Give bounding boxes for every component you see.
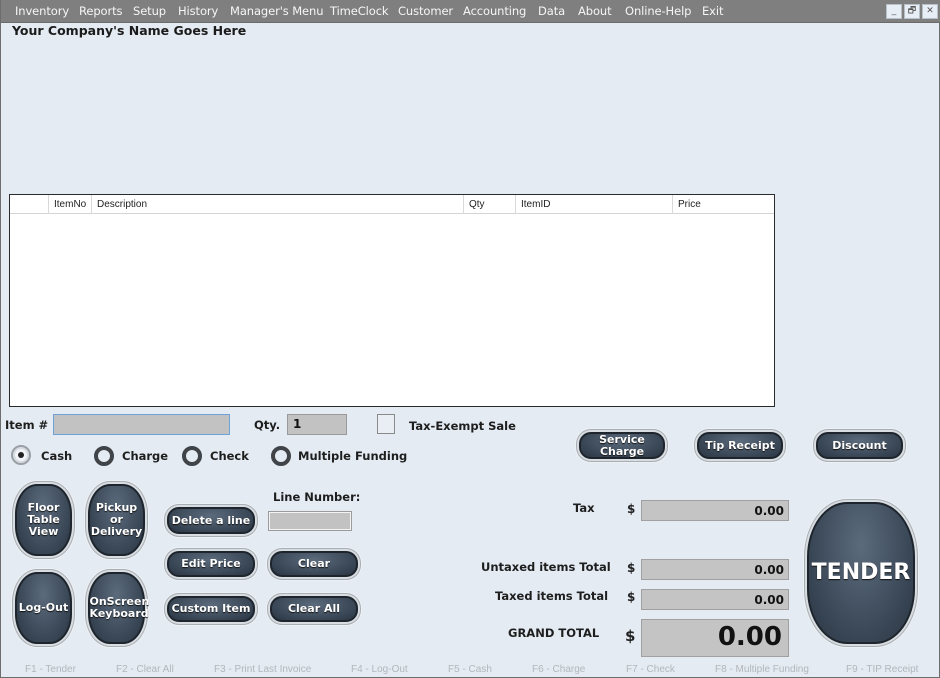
grand-total-label: GRAND TOTAL — [508, 626, 600, 640]
custom-item-button[interactable]: Custom Item — [167, 596, 255, 622]
menu-bar: Inventory Reports Setup History Manager'… — [1, 0, 940, 23]
discount-button[interactable]: Discount — [816, 432, 903, 459]
radio-charge-label[interactable]: Charge — [122, 449, 168, 463]
delete-line-button[interactable]: Delete a line — [167, 507, 255, 534]
tax-amount: 0.00 — [641, 500, 789, 521]
fkey-hint-f2: F2 - Clear All — [116, 664, 174, 675]
floor-table-view-button[interactable]: Floor Table View — [15, 484, 72, 556]
menu-setup[interactable]: Setup — [133, 4, 166, 18]
grid-header: ItemNo Description Qty ItemID Price — [10, 195, 774, 214]
onscreen-keyboard-button[interactable]: OnScreen Keyboard — [88, 572, 150, 644]
untaxed-currency: $ — [627, 561, 636, 575]
delete-line-label: Delete a line — [171, 513, 251, 527]
restore-icon: 🗗 — [907, 6, 917, 16]
fkey-hint-f7: F7 - Check — [626, 664, 675, 675]
items-grid[interactable]: ItemNo Description Qty ItemID Price — [9, 194, 775, 407]
radio-multiple-funding-label[interactable]: Multiple Funding — [298, 449, 407, 463]
radio-check-label[interactable]: Check — [210, 449, 249, 463]
radio-cash[interactable] — [11, 445, 31, 465]
radio-cash-label[interactable]: Cash — [41, 449, 72, 463]
pickup-delivery-label: Pickup or Delivery — [90, 501, 143, 538]
line-number-label: Line Number: — [273, 490, 361, 504]
service-charge-label: Service Charge — [599, 432, 645, 458]
onscreen-keyboard-label: OnScreen Keyboard — [89, 595, 150, 620]
item-number-label: Item # — [5, 418, 49, 432]
menu-inventory[interactable]: Inventory — [15, 4, 69, 18]
radio-multiple-funding[interactable] — [271, 446, 291, 466]
edit-price-label: Edit Price — [181, 557, 241, 570]
edit-price-button[interactable]: Edit Price — [167, 551, 255, 577]
column-qty[interactable]: Qty — [464, 195, 516, 214]
untaxed-total-label: Untaxed items Total — [481, 560, 611, 574]
menu-history[interactable]: History — [178, 4, 218, 18]
clear-all-label: Clear All — [287, 602, 341, 615]
line-number-input[interactable] — [268, 511, 352, 531]
radio-check[interactable] — [182, 446, 202, 466]
menu-managers-menu[interactable]: Manager's Menu — [230, 4, 324, 18]
minimize-button[interactable]: _ — [886, 4, 902, 19]
taxed-total-label: Taxed items Total — [495, 589, 609, 603]
tax-label: Tax — [573, 501, 595, 515]
tax-currency: $ — [627, 502, 636, 516]
custom-item-label: Custom Item — [171, 602, 251, 615]
column-itemno[interactable]: ItemNo — [49, 195, 92, 214]
minimize-icon: _ — [891, 6, 897, 16]
restore-button[interactable]: 🗗 — [904, 4, 920, 19]
menu-data[interactable]: Data — [538, 4, 565, 18]
fkey-hint-f6: F6 - Charge — [532, 664, 586, 675]
fkey-hint-f9: F9 - TIP Receipt — [846, 664, 919, 675]
grand-total-amount: 0.00 — [641, 619, 789, 657]
column-selector — [10, 195, 49, 214]
qty-label: Qty. — [254, 418, 281, 432]
taxed-total-amount: 0.00 — [641, 589, 789, 610]
clear-all-button[interactable]: Clear All — [270, 596, 358, 622]
untaxed-total-amount: 0.00 — [641, 559, 789, 580]
menu-reports[interactable]: Reports — [79, 4, 123, 18]
fkey-hint-f3: F3 - Print Last Invoice — [214, 664, 312, 675]
column-itemid[interactable]: ItemID — [516, 195, 673, 214]
log-out-button[interactable]: Log-Out — [15, 572, 72, 644]
tender-label: TENDER — [811, 560, 911, 585]
qty-input[interactable]: 1 — [287, 414, 347, 435]
tip-receipt-button[interactable]: Tip Receipt — [697, 432, 783, 459]
fkey-hint-f1: F1 - Tender — [25, 664, 76, 675]
menu-customer[interactable]: Customer — [398, 4, 453, 18]
floor-table-view-label: Floor Table View — [27, 501, 60, 538]
menu-online-help[interactable]: Online-Help — [625, 4, 691, 18]
service-charge-button[interactable]: Service Charge — [579, 432, 665, 459]
tax-exempt-label: Tax-Exempt Sale — [409, 419, 516, 433]
grand-total-currency: $ — [625, 627, 636, 645]
pos-window: Inventory Reports Setup History Manager'… — [0, 0, 940, 678]
column-price[interactable]: Price — [673, 195, 774, 214]
item-number-input[interactable] — [53, 414, 230, 435]
radio-charge[interactable] — [94, 446, 114, 466]
column-description[interactable]: Description — [92, 195, 464, 214]
log-out-label: Log-Out — [18, 601, 69, 614]
clear-label: Clear — [297, 557, 331, 570]
company-name: Your Company's Name Goes Here — [12, 23, 247, 38]
close-button[interactable]: ✕ — [922, 4, 938, 19]
menu-exit[interactable]: Exit — [702, 4, 723, 18]
tip-receipt-label: Tip Receipt — [705, 438, 775, 452]
menu-timeclock[interactable]: TimeClock — [330, 4, 389, 18]
fkey-hint-f8: F8 - Multiple Funding — [715, 664, 809, 675]
taxed-currency: $ — [627, 590, 636, 604]
menu-accounting[interactable]: Accounting — [463, 4, 526, 18]
clear-button[interactable]: Clear — [270, 551, 358, 577]
discount-label: Discount — [832, 438, 887, 452]
tax-exempt-checkbox[interactable] — [377, 414, 395, 434]
fkey-hint-f5: F5 - Cash — [448, 664, 492, 675]
pickup-delivery-button[interactable]: Pickup or Delivery — [88, 484, 145, 556]
menu-about[interactable]: About — [578, 4, 612, 18]
close-icon: ✕ — [926, 6, 934, 16]
tender-button[interactable]: TENDER — [807, 502, 915, 644]
fkey-hint-f4: F4 - Log-Out — [351, 664, 408, 675]
